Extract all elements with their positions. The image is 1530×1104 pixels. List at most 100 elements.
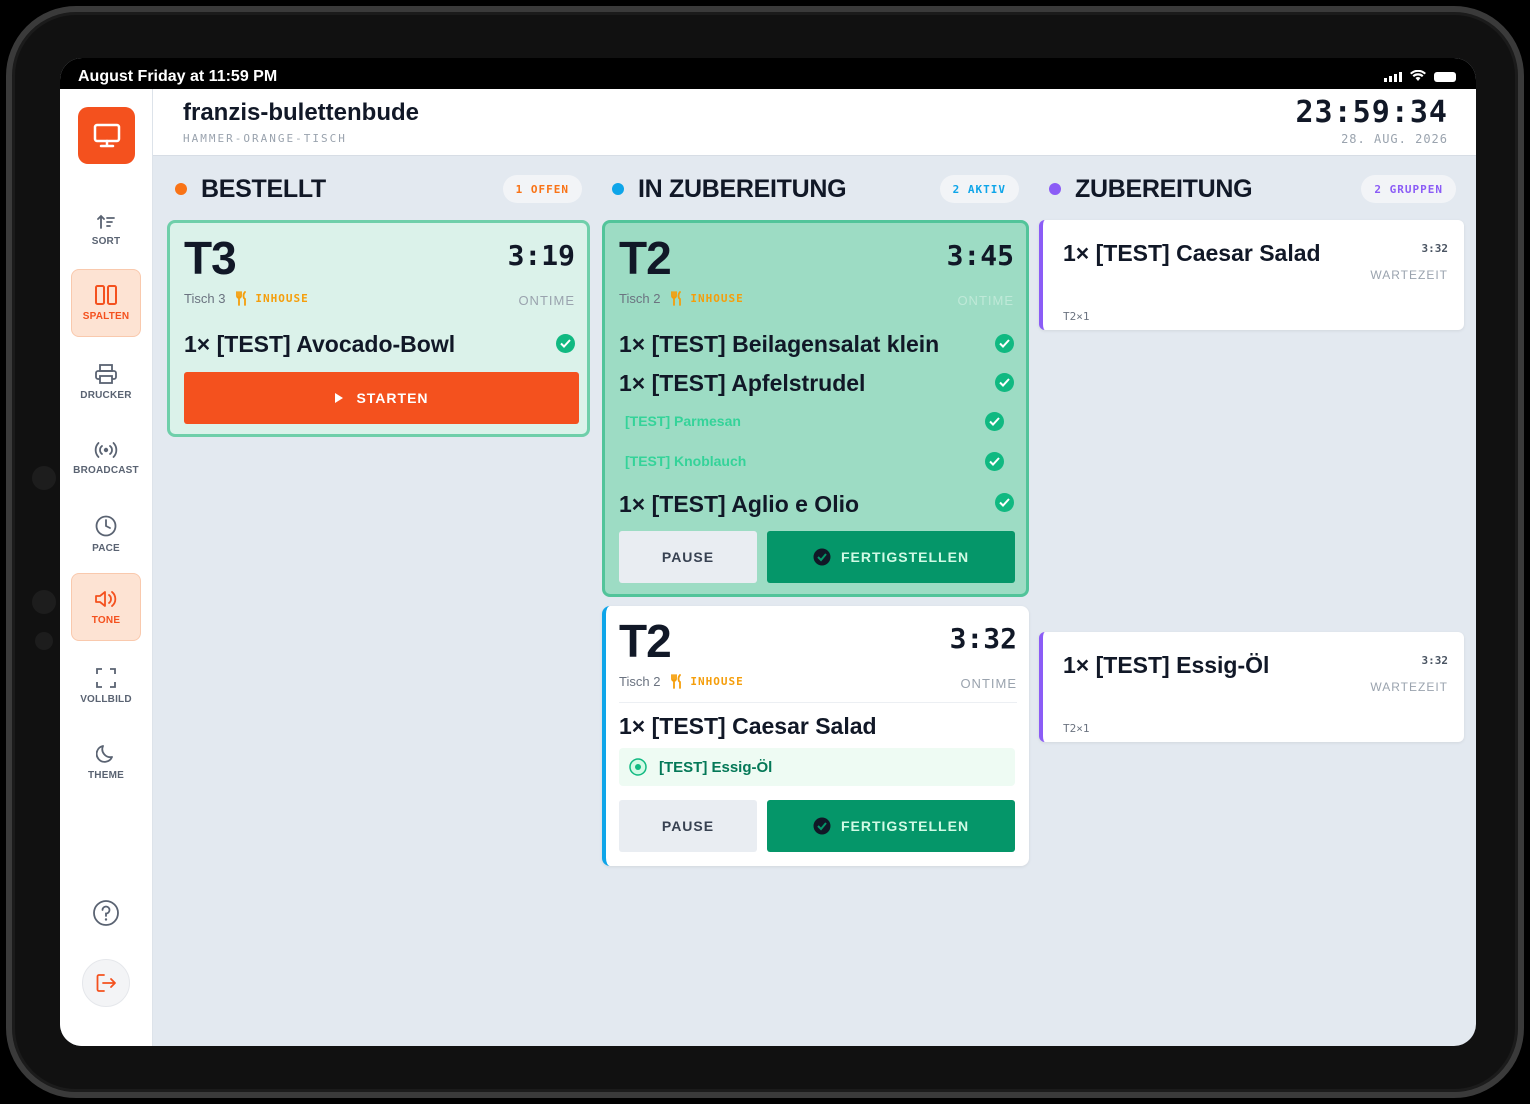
moon-icon: [96, 744, 113, 763]
status-dot: [612, 183, 624, 195]
check-icon: [995, 493, 1014, 512]
check-circle-icon: [813, 817, 831, 835]
ticket-meta: Tisch 3 INHOUSE: [184, 291, 309, 306]
logout-button[interactable]: [82, 959, 130, 1007]
ticket-meta: Tisch 2 INHOUSE: [619, 674, 744, 689]
fork-knife-icon: [671, 291, 682, 306]
group-ref: T2×1: [1063, 722, 1090, 735]
sidebar-item-label: SPALTEN: [82, 310, 130, 322]
ticket-timer: 3:32: [949, 622, 1017, 655]
check-circle-icon: [813, 548, 831, 566]
group-ref: T2×1: [1063, 310, 1090, 323]
sidebar-item-label: DRUCKER: [80, 389, 132, 401]
sidebar: SORT SPALTEN DRUCKER BROADCAST PACE TONE…: [60, 89, 153, 1046]
sidebar-item-sort[interactable]: SORT: [71, 196, 141, 264]
sidebar-item-theme[interactable]: THEME: [71, 728, 141, 796]
columns-icon: [95, 284, 117, 305]
column-header-in-zubereitung: IN ZUBEREITUNG 2 AKTIV: [612, 172, 1019, 206]
start-button[interactable]: STARTEN: [184, 372, 579, 424]
ticket-card-t3[interactable]: T3 3:19 Tisch 3 INHOUSE ONTIME 1× [TEST]…: [167, 220, 590, 437]
column-title: BESTELLT: [201, 174, 326, 203]
divider: [619, 702, 1017, 703]
sidebar-item-label: TONE: [91, 614, 121, 626]
clock: 23:59:34: [1295, 95, 1448, 130]
side-button: [32, 590, 56, 614]
sidebar-item-drucker[interactable]: DRUCKER: [71, 348, 141, 416]
status-time: August Friday at 11:59 PM: [78, 68, 278, 85]
ticket-id: T2: [619, 232, 672, 284]
status-dot: [175, 183, 187, 195]
group-time: 3:32: [1421, 242, 1449, 255]
signal-icon: [1384, 72, 1402, 82]
group-card[interactable]: 1× [TEST] Caesar Salad 3:32 WARTEZEIT T2…: [1039, 220, 1464, 330]
ticket-modifier[interactable]: [TEST] Knoblauch: [625, 453, 746, 469]
column-title: ZUBEREITUNG: [1075, 174, 1253, 203]
station-name: HAMMER-ORANGE-TISCH: [183, 132, 347, 145]
check-icon: [995, 334, 1014, 353]
help-icon: [93, 900, 119, 926]
check-icon: [985, 412, 1004, 431]
ticket-meta: Tisch 2 INHOUSE: [619, 291, 744, 306]
finish-button[interactable]: FERTIGSTELLEN: [767, 531, 1015, 583]
fork-knife-icon: [671, 674, 682, 689]
monitor-icon: [93, 123, 120, 147]
sidebar-item-pace[interactable]: PACE: [71, 500, 141, 568]
sidebar-item-tone[interactable]: TONE: [71, 573, 141, 641]
wifi-icon: [1410, 70, 1426, 81]
status-bar: August Friday at 11:59 PM: [60, 58, 1476, 89]
check-icon: [985, 452, 1004, 471]
pause-button[interactable]: PAUSE: [619, 800, 757, 852]
ticket-status: ONTIME: [518, 293, 575, 308]
ticket-id: T2: [619, 615, 672, 667]
status-icons: [1384, 70, 1456, 82]
group-card[interactable]: 1× [TEST] Essig-Öl 3:32 WARTEZEIT T2×1: [1039, 632, 1464, 742]
table-label: Tisch 3: [184, 291, 226, 306]
ticket-item[interactable]: 1× [TEST] Apfelstrudel: [619, 370, 865, 397]
group-item: 1× [TEST] Caesar Salad: [1063, 240, 1321, 266]
order-type-label: INHOUSE: [690, 292, 744, 305]
side-button: [32, 466, 56, 490]
column-header-bestellt: BESTELLT 1 OFFEN: [175, 172, 582, 206]
ticket-timer: 3:45: [946, 239, 1014, 272]
sidebar-item-spalten[interactable]: SPALTEN: [71, 269, 141, 337]
sort-icon: [97, 214, 115, 229]
speaker-icon: [95, 590, 117, 607]
monitor-logo-button[interactable]: [78, 107, 135, 164]
modifier-row[interactable]: [TEST] Essig-Öl: [619, 748, 1015, 786]
table-label: Tisch 2: [619, 291, 661, 306]
logout-icon: [96, 974, 116, 992]
target-icon: [629, 758, 647, 776]
sidebar-item-vollbild[interactable]: VOLLBILD: [71, 652, 141, 720]
check-icon: [995, 373, 1014, 392]
column-title: IN ZUBEREITUNG: [638, 174, 847, 203]
start-button-label: STARTEN: [356, 390, 429, 406]
ticket-status: ONTIME: [960, 676, 1017, 691]
ticket-item[interactable]: 1× [TEST] Caesar Salad: [619, 713, 877, 740]
sidebar-item-label: BROADCAST: [73, 464, 139, 476]
help-button[interactable]: [82, 889, 130, 937]
sidebar-item-label: SORT: [91, 235, 121, 247]
group-wait-label: WARTEZEIT: [1370, 680, 1448, 694]
pause-button[interactable]: PAUSE: [619, 531, 757, 583]
ticket-item[interactable]: 1× [TEST] Beilagensalat klein: [619, 331, 939, 358]
finish-button-label: FERTIGSTELLEN: [840, 549, 970, 565]
ticket-card-t2[interactable]: T2 3:32 Tisch 2 INHOUSE ONTIME 1× [TEST]…: [602, 606, 1029, 866]
ticket-card-t2-active[interactable]: T2 3:45 Tisch 2 INHOUSE ONTIME 1× [TEST]…: [602, 220, 1029, 597]
ticket-modifier: [TEST] Essig-Öl: [659, 758, 773, 776]
group-item: 1× [TEST] Essig-Öl: [1063, 652, 1270, 678]
sidebar-item-label: PACE: [92, 542, 120, 554]
column-count-badge: 2 GRUPPEN: [1361, 175, 1456, 203]
ticket-modifier[interactable]: [TEST] Parmesan: [625, 413, 741, 429]
ticket-item[interactable]: 1× [TEST] Avocado-Bowl: [184, 331, 455, 358]
fork-knife-icon: [236, 291, 247, 306]
finish-button-label: FERTIGSTELLEN: [840, 818, 970, 834]
ticket-status: ONTIME: [957, 293, 1014, 308]
column-header-zubereitung: ZUBEREITUNG 2 GRUPPEN: [1049, 172, 1456, 206]
header: franzis-bulettenbude HAMMER-ORANGE-TISCH…: [153, 89, 1476, 156]
ticket-timer: 3:19: [507, 239, 575, 272]
finish-button[interactable]: FERTIGSTELLEN: [767, 800, 1015, 852]
ticket-item[interactable]: 1× [TEST] Aglio e Olio: [619, 491, 859, 518]
order-type-badge: INHOUSE: [235, 291, 308, 306]
sidebar-item-broadcast[interactable]: BROADCAST: [71, 424, 141, 492]
play-icon: [335, 393, 344, 403]
